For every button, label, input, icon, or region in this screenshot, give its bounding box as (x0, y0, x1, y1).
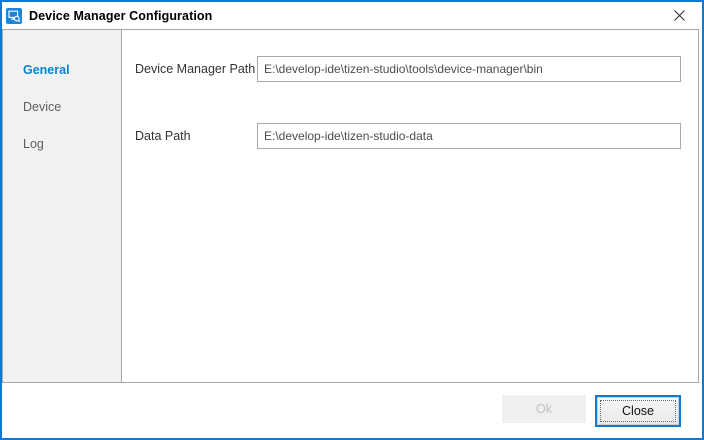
window-title: Device Manager Configuration (29, 9, 212, 23)
close-button-focus-ring: Close (595, 395, 681, 427)
footer: Ok Close (2, 383, 702, 438)
titlebar[interactable]: Device Manager Configuration (2, 2, 702, 29)
sidebar-item-device[interactable]: Device (3, 89, 121, 126)
device-manager-path-label: Device Manager Path (135, 62, 257, 76)
sidebar: General Device Log (3, 30, 122, 382)
window-close-button[interactable] (657, 2, 702, 29)
data-path-input[interactable] (257, 123, 681, 149)
sidebar-item-general[interactable]: General (3, 52, 121, 89)
app-icon (6, 8, 22, 24)
content-frame: General Device Log Device Manager Path D… (2, 29, 699, 383)
device-manager-path-input[interactable] (257, 56, 681, 82)
general-settings-panel: Device Manager Path Data Path (122, 30, 698, 382)
device-manager-configuration-dialog: Device Manager Configuration General Dev… (0, 0, 704, 440)
close-icon (674, 10, 685, 21)
device-manager-path-row: Device Manager Path (135, 56, 681, 82)
sidebar-item-log-label: Log (23, 137, 44, 151)
data-path-row: Data Path (135, 123, 681, 149)
sidebar-item-log[interactable]: Log (3, 126, 121, 163)
close-button[interactable]: Close (597, 397, 679, 425)
sidebar-item-general-label: General (23, 63, 70, 77)
ok-button[interactable]: Ok (502, 395, 586, 423)
data-path-label: Data Path (135, 129, 257, 143)
sidebar-item-device-label: Device (23, 100, 61, 114)
